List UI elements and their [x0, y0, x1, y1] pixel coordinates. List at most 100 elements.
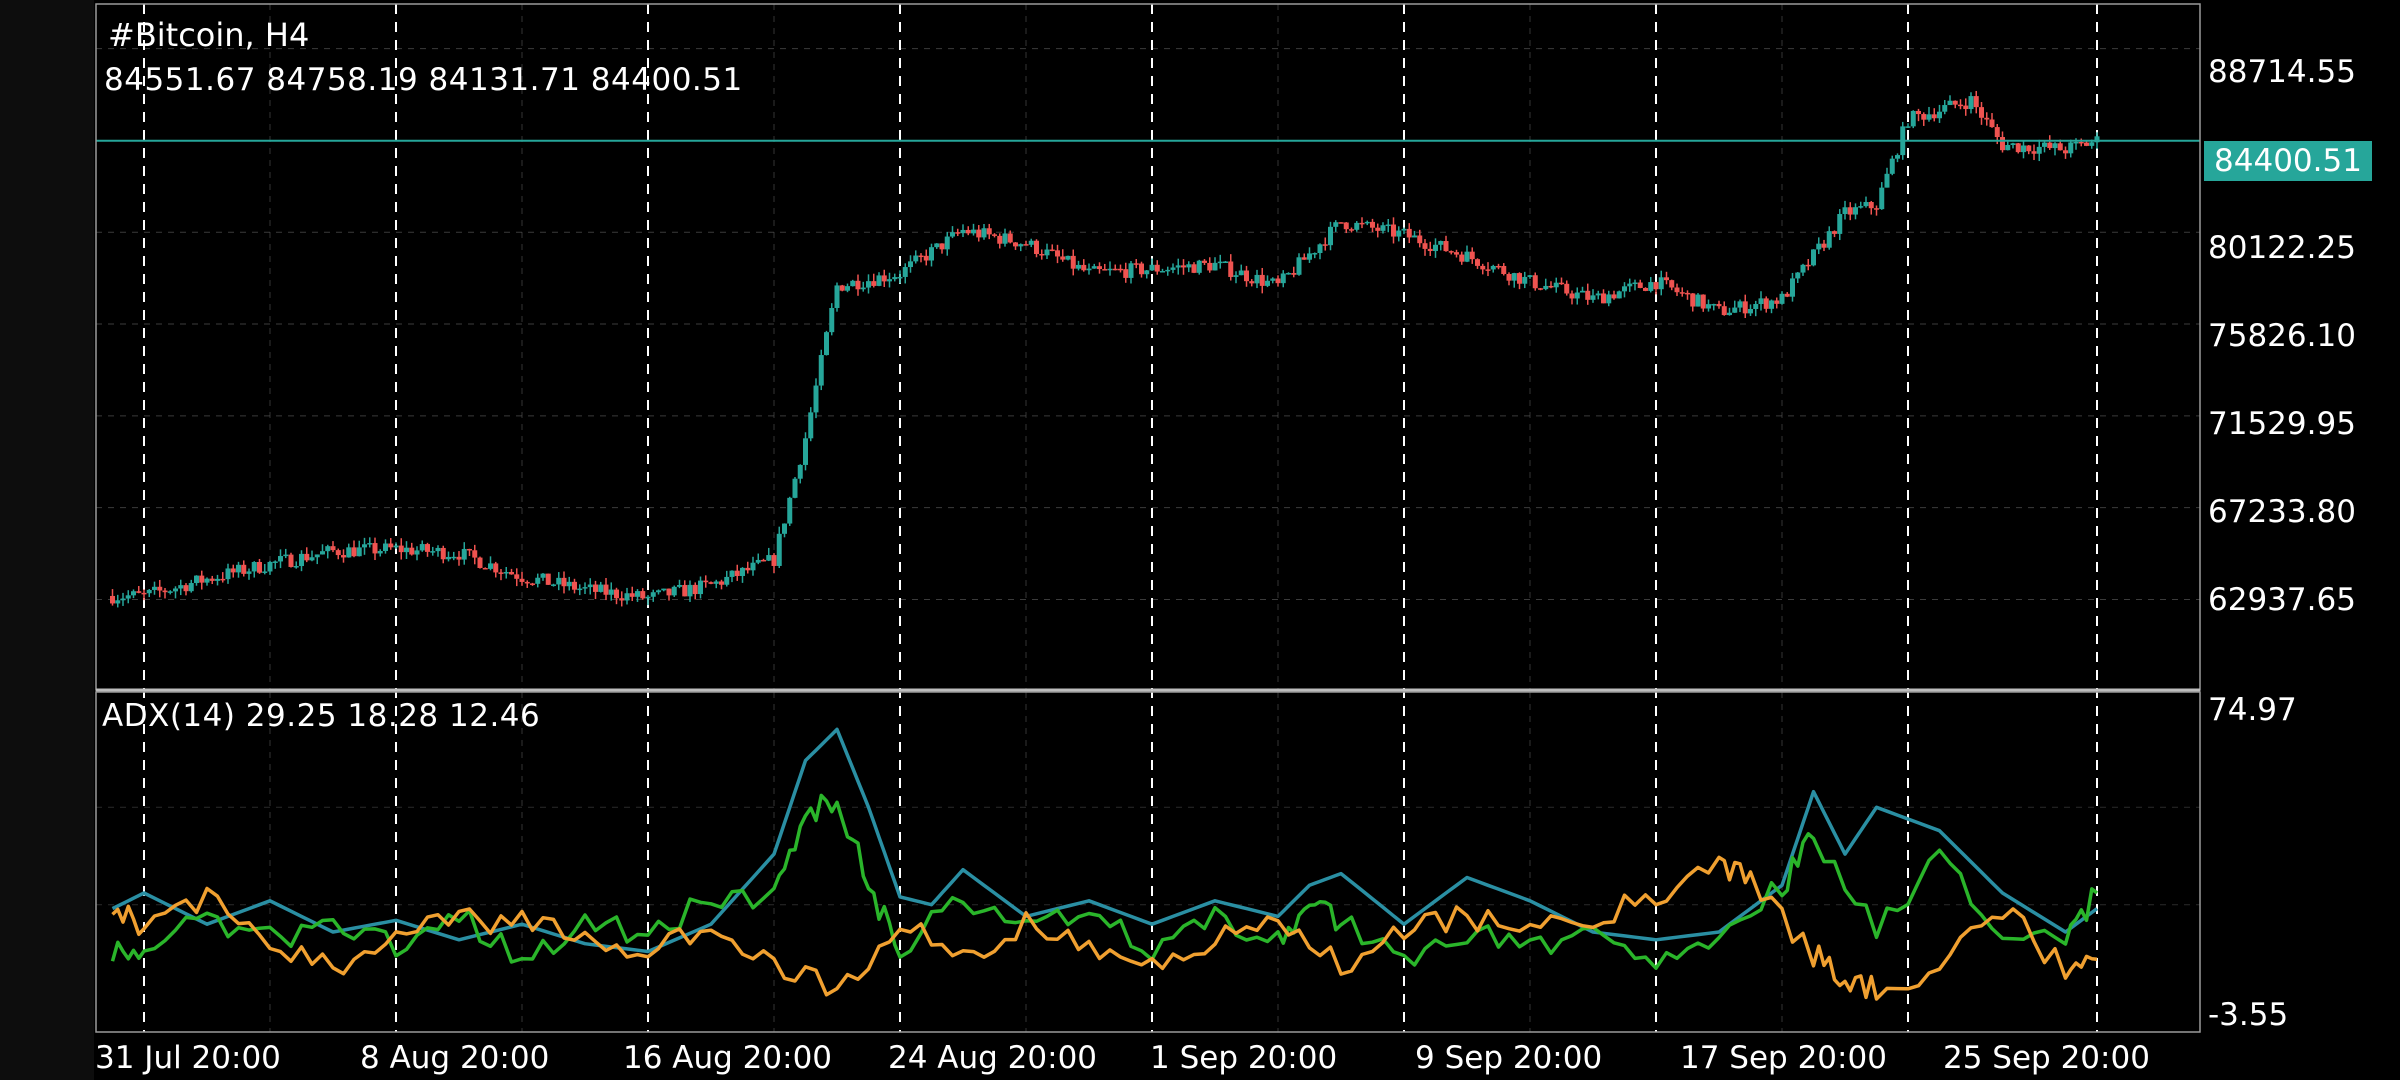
candle-body — [902, 267, 908, 277]
time-axis-label: 31 Jul 20:00 — [95, 1040, 281, 1076]
candle-body — [1018, 244, 1024, 247]
candle-body — [1795, 272, 1801, 279]
candle-body — [1097, 266, 1102, 270]
candle-body — [1895, 155, 1900, 159]
candle-body — [986, 228, 992, 235]
candle-body — [645, 596, 651, 599]
candle-body — [1091, 266, 1097, 269]
candle-body — [325, 546, 331, 552]
candle-body — [1013, 242, 1018, 247]
candle-body — [1564, 283, 1570, 294]
candle-body — [1196, 260, 1202, 273]
candle-body — [1517, 273, 1522, 284]
candle-body — [1569, 293, 1575, 299]
candle-body — [682, 585, 688, 597]
candle-body — [1826, 231, 1832, 248]
candle-body — [1774, 300, 1780, 304]
candle-body — [1763, 298, 1769, 309]
candle-body — [220, 578, 226, 581]
candle-body — [167, 591, 173, 593]
candle-body — [698, 580, 703, 595]
candle-body — [493, 563, 499, 573]
candle-body — [435, 547, 441, 552]
candle-body — [1291, 273, 1297, 275]
candle-body — [671, 586, 677, 596]
candle-body — [330, 546, 336, 551]
plus-di-line — [110, 793, 2099, 970]
candle-body — [929, 247, 934, 261]
candle-body — [1926, 114, 1932, 120]
candle-body — [908, 261, 913, 268]
candle-body — [1375, 227, 1381, 231]
time-axis-label: 25 Sep 20:00 — [1943, 1040, 2150, 1076]
candle-body — [1485, 269, 1491, 271]
candle-body — [1664, 277, 1669, 281]
candle-body — [829, 307, 835, 333]
candle-body — [944, 236, 950, 250]
candle-body — [545, 573, 551, 585]
candle-body — [1973, 96, 1979, 108]
candle-body — [687, 584, 693, 597]
price-axis-label: 71529.95 — [2208, 406, 2356, 442]
candle-body — [1863, 202, 1869, 207]
candle-body — [1858, 206, 1864, 208]
candle-body — [267, 561, 273, 572]
candle-body — [1538, 288, 1543, 290]
candle-body — [1769, 300, 1774, 309]
candle-body — [1081, 264, 1087, 271]
candle-body — [997, 235, 1003, 244]
candle-body — [1354, 222, 1360, 230]
candle-body — [587, 584, 593, 588]
candle-body — [2031, 151, 2037, 154]
candle-body — [1889, 158, 1895, 174]
candle-body — [346, 547, 352, 558]
candle-body — [918, 255, 924, 258]
candle-body — [482, 567, 488, 570]
candle-body — [1280, 273, 1286, 284]
candle-body — [157, 586, 163, 591]
candle-body — [1590, 295, 1596, 300]
candle-body — [257, 562, 262, 573]
adx-main-line — [111, 727, 2099, 954]
candle-body — [1086, 268, 1092, 271]
candle-body — [1916, 110, 1921, 115]
candlestick-series — [110, 90, 2100, 608]
candle-body — [1448, 251, 1454, 253]
candle-body — [1695, 294, 1701, 307]
candle-body — [1433, 244, 1438, 252]
candle-body — [1480, 265, 1486, 270]
candle-body — [2084, 142, 2089, 146]
candle-body — [1669, 280, 1675, 288]
candle-body — [1128, 263, 1134, 278]
candle-body — [1370, 221, 1375, 228]
candle-body — [372, 543, 378, 554]
candle-body — [461, 548, 467, 560]
candle-body — [1186, 264, 1192, 268]
candle-body — [845, 286, 850, 291]
candle-body — [1779, 293, 1785, 304]
candle-body — [1102, 269, 1108, 271]
candle-body — [440, 547, 446, 560]
candle-body — [1028, 240, 1034, 245]
candle-body — [1007, 233, 1013, 243]
candle-body — [1947, 100, 1953, 106]
candle-body — [530, 583, 535, 585]
candle-body — [1301, 257, 1307, 260]
candle-body — [1212, 262, 1218, 271]
candle-body — [1060, 256, 1066, 260]
candle-body — [246, 571, 252, 574]
candle-body — [2010, 143, 2016, 146]
candle-body — [1223, 261, 1228, 263]
price-and-indicator-chart[interactable] — [0, 0, 2400, 1080]
candle-body — [1595, 293, 1601, 296]
candle-body — [1002, 233, 1008, 244]
candle-body — [1910, 110, 1916, 127]
candle-body — [1532, 275, 1538, 289]
candle-body — [2036, 146, 2042, 154]
candle-body — [1511, 273, 1517, 281]
candle-body — [1175, 265, 1181, 268]
candle-body — [209, 578, 215, 581]
candle-body — [556, 577, 562, 585]
candle-body — [1265, 280, 1270, 286]
candle-body — [551, 584, 556, 586]
